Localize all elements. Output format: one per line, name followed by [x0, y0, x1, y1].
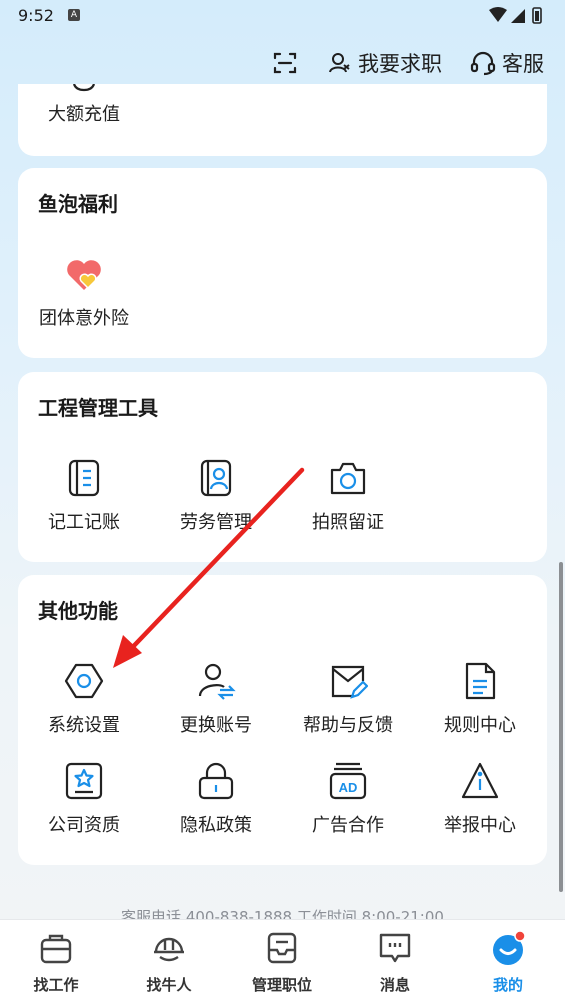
- briefcase-icon: [40, 934, 72, 964]
- annotation-arrow: [113, 467, 305, 668]
- profile-icon: [493, 930, 526, 965]
- nav-find-talent-label: 找牛人: [146, 976, 192, 994]
- message-icon: [379, 933, 411, 963]
- nav-messages[interactable]: 消息: [345, 930, 445, 995]
- nav-find-work[interactable]: 找工作: [6, 930, 106, 995]
- bottom-navigation: 找工作 找牛人 管理职位 消息 我的: [0, 919, 565, 1004]
- nav-find-talent[interactable]: 找牛人: [119, 930, 219, 995]
- nav-profile-label: 我的: [492, 976, 523, 994]
- nav-profile[interactable]: 我的: [458, 930, 558, 995]
- nav-find-work-label: 找工作: [33, 976, 79, 994]
- helmet-icon: [154, 937, 184, 962]
- nav-messages-label: 消息: [379, 976, 410, 994]
- scrollbar[interactable]: [559, 562, 563, 892]
- nav-manage-jobs-label: 管理职位: [251, 976, 312, 994]
- notification-dot-icon: [514, 930, 526, 942]
- nav-manage-jobs[interactable]: 管理职位: [232, 930, 332, 995]
- inbox-icon: [267, 932, 297, 964]
